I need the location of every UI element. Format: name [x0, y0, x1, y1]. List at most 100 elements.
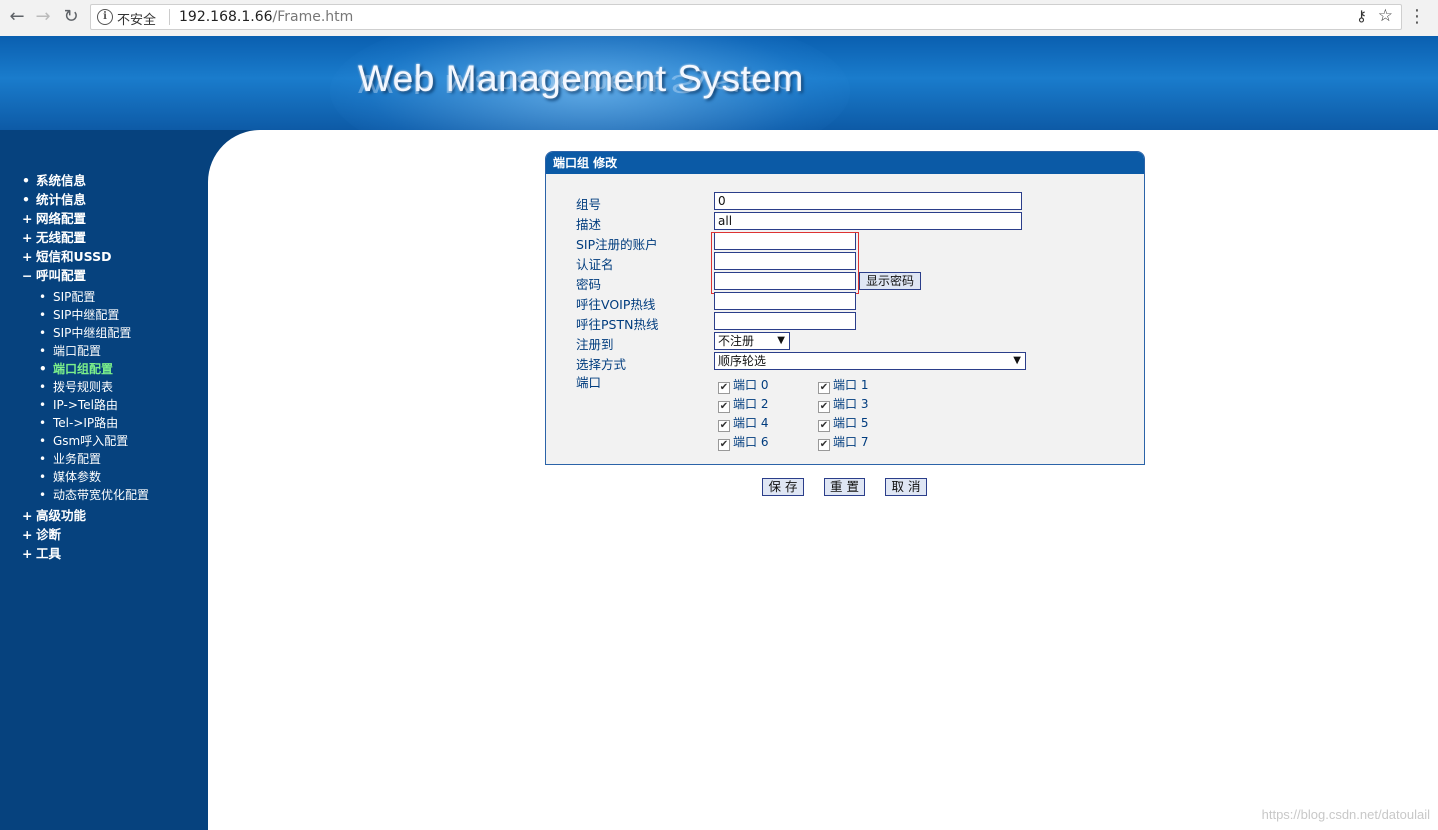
reload-icon[interactable]: ↻ — [60, 6, 82, 28]
show-password-button[interactable]: 显示密码 — [859, 272, 921, 290]
expand-plus-icon: + — [22, 230, 33, 245]
page-banner: Web Management System Web Management Sys… — [0, 36, 1438, 130]
sidebar: • 系统信息 • 统计信息 + 网络配置 + 无线配置 + 短信和USSD − 呼叫配置 •… — [0, 130, 208, 830]
sidebar-item-label: 系统信息 — [36, 173, 87, 188]
bullet-icon: • — [22, 192, 30, 207]
checkbox-check-icon[interactable]: ✔ — [718, 382, 730, 394]
bullet-icon: • — [39, 344, 47, 358]
auth-name-label: 认证名 — [576, 257, 614, 272]
bookmark-star-icon[interactable]: ☆ — [1378, 6, 1393, 26]
bullet-icon: • — [39, 416, 47, 430]
save-button[interactable]: 保 存 — [762, 478, 804, 496]
sidebar-item-label: 网络配置 — [36, 211, 87, 226]
url-host: 192.168.1.66 — [179, 9, 273, 25]
watermark: https://blog.csdn.net/datoulail — [1261, 807, 1430, 822]
submenu-item-label: Tel->IP路由 — [53, 416, 119, 430]
security-label: 不安全 — [117, 13, 157, 28]
bullet-icon: • — [22, 173, 30, 188]
submenu-item-dial-rules[interactable]: • 拨号规则表 — [39, 378, 149, 396]
sidebar-item-tools[interactable]: + 工具 — [22, 544, 149, 563]
submenu-item-tel-ip-route[interactable]: • Tel->IP路由 — [39, 414, 149, 432]
sidebar-item-advanced[interactable]: + 高级功能 — [22, 506, 149, 525]
checkbox-check-icon[interactable]: ✔ — [818, 382, 830, 394]
select-mode-label: 选择方式 — [576, 357, 627, 372]
expand-plus-icon: + — [22, 211, 33, 226]
address-bar[interactable]: i 不安全 192.168.1.66/Frame.htm ⚷ ☆ — [90, 4, 1402, 30]
port-checkbox-2[interactable]: ✔ 端口 2 — [718, 395, 768, 413]
description-input[interactable]: all — [714, 212, 1022, 230]
submenu-item-gsm-incoming[interactable]: • Gsm呼入配置 — [39, 432, 149, 450]
group-no-input[interactable]: 0 — [714, 192, 1022, 210]
bullet-icon: • — [39, 452, 47, 466]
submenu-item-ip-tel-route[interactable]: • IP->Tel路由 — [39, 396, 149, 414]
submenu-item-label: IP->Tel路由 — [53, 398, 118, 412]
cancel-button[interactable]: 取 消 — [885, 478, 927, 496]
sidebar-item-diagnostics[interactable]: + 诊断 — [22, 525, 149, 544]
sidebar-item-sms-ussd[interactable]: + 短信和USSD — [22, 247, 149, 266]
expand-plus-icon: + — [22, 527, 33, 542]
checkbox-check-icon[interactable]: ✔ — [718, 439, 730, 451]
submenu-item-sip[interactable]: • SIP配置 — [39, 288, 149, 306]
sidebar-item-wireless[interactable]: + 无线配置 — [22, 228, 149, 247]
content-corner-curve — [208, 130, 268, 190]
sidebar-item-system-info[interactable]: • 系统信息 — [22, 171, 149, 190]
sidebar-item-label: 无线配置 — [36, 230, 87, 245]
bullet-icon: • — [39, 290, 47, 304]
port-checkbox-0[interactable]: ✔ 端口 0 — [718, 376, 768, 394]
url-text: 192.168.1.66/Frame.htm — [179, 9, 353, 25]
select-mode-select[interactable]: 顺序轮选 ▼ — [714, 352, 1026, 370]
submenu-item-bandwidth-optimization[interactable]: • 动态带宽优化配置 — [39, 486, 149, 504]
sidebar-item-statistics[interactable]: • 统计信息 — [22, 190, 149, 209]
expand-plus-icon: + — [22, 508, 33, 523]
sidebar-item-call-config[interactable]: − 呼叫配置 — [22, 266, 149, 285]
register-to-select[interactable]: 不注册 ▼ — [714, 332, 790, 350]
dropdown-arrow-icon: ▼ — [1013, 355, 1021, 366]
port-checkbox-7[interactable]: ✔ 端口 7 — [818, 433, 868, 451]
password-label: 密码 — [576, 277, 602, 292]
port-checkbox-5[interactable]: ✔ 端口 5 — [818, 414, 868, 432]
port-checkbox-3[interactable]: ✔ 端口 3 — [818, 395, 868, 413]
submenu-item-service-config[interactable]: • 业务配置 — [39, 450, 149, 468]
port-label: 端口 7 — [833, 435, 869, 449]
highlight-box — [711, 232, 859, 294]
bullet-icon: • — [39, 326, 47, 340]
back-arrow-icon[interactable]: ← — [6, 6, 28, 28]
voip-hotline-input[interactable] — [714, 292, 856, 310]
browser-menu-icon[interactable]: ⋮ — [1408, 6, 1426, 27]
address-separator — [169, 9, 170, 25]
expand-plus-icon: + — [22, 249, 33, 264]
checkbox-check-icon[interactable]: ✔ — [818, 420, 830, 432]
banner-title-reflection: Web Management System — [358, 69, 794, 98]
sip-account-label: SIP注册的账户 — [576, 237, 658, 252]
submenu-item-port-config[interactable]: • 端口配置 — [39, 342, 149, 360]
checkbox-check-icon[interactable]: ✔ — [818, 439, 830, 451]
submenu-item-port-group-config[interactable]: • 端口组配置 — [39, 360, 149, 378]
sidebar-item-label: 工具 — [36, 546, 62, 561]
port-checkbox-1[interactable]: ✔ 端口 1 — [818, 376, 868, 394]
submenu-item-label: 动态带宽优化配置 — [53, 488, 150, 502]
pstn-hotline-input[interactable] — [714, 312, 856, 330]
sidebar-item-label: 高级功能 — [36, 508, 87, 523]
submenu-item-media-params[interactable]: • 媒体参数 — [39, 468, 149, 486]
group-no-label: 组号 — [576, 197, 602, 212]
ports-label: 端口 — [576, 375, 602, 390]
port-label: 端口 3 — [833, 397, 869, 411]
sidebar-item-label: 短信和USSD — [36, 249, 112, 264]
key-icon[interactable]: ⚷ — [1356, 7, 1367, 25]
submenu-item-sip-trunk[interactable]: • SIP中继配置 — [39, 306, 149, 324]
reset-button[interactable]: 重 置 — [824, 478, 865, 496]
port-checkbox-4[interactable]: ✔ 端口 4 — [718, 414, 768, 432]
dropdown-arrow-icon: ▼ — [777, 335, 785, 346]
call-config-submenu: • SIP配置 • SIP中继配置 • SIP中继组配置 • 端口配置 • 端口组配置 •… — [22, 288, 149, 504]
checkbox-check-icon[interactable]: ✔ — [718, 401, 730, 413]
sidebar-item-network[interactable]: + 网络配置 — [22, 209, 149, 228]
checkbox-check-icon[interactable]: ✔ — [718, 420, 730, 432]
register-to-value: 不注册 — [718, 334, 755, 348]
submenu-item-sip-trunk-group[interactable]: • SIP中继组配置 — [39, 324, 149, 342]
forward-arrow-icon[interactable]: → — [32, 6, 54, 28]
info-icon[interactable]: i — [97, 9, 113, 25]
port-checkbox-6[interactable]: ✔ 端口 6 — [718, 433, 768, 451]
url-path: /Frame.htm — [272, 9, 354, 25]
port-group-edit-panel: 端口组 修改 组号 0 描述 all SIP注册的账户 认证名 密码 显示密码 … — [545, 151, 1145, 465]
checkbox-check-icon[interactable]: ✔ — [818, 401, 830, 413]
